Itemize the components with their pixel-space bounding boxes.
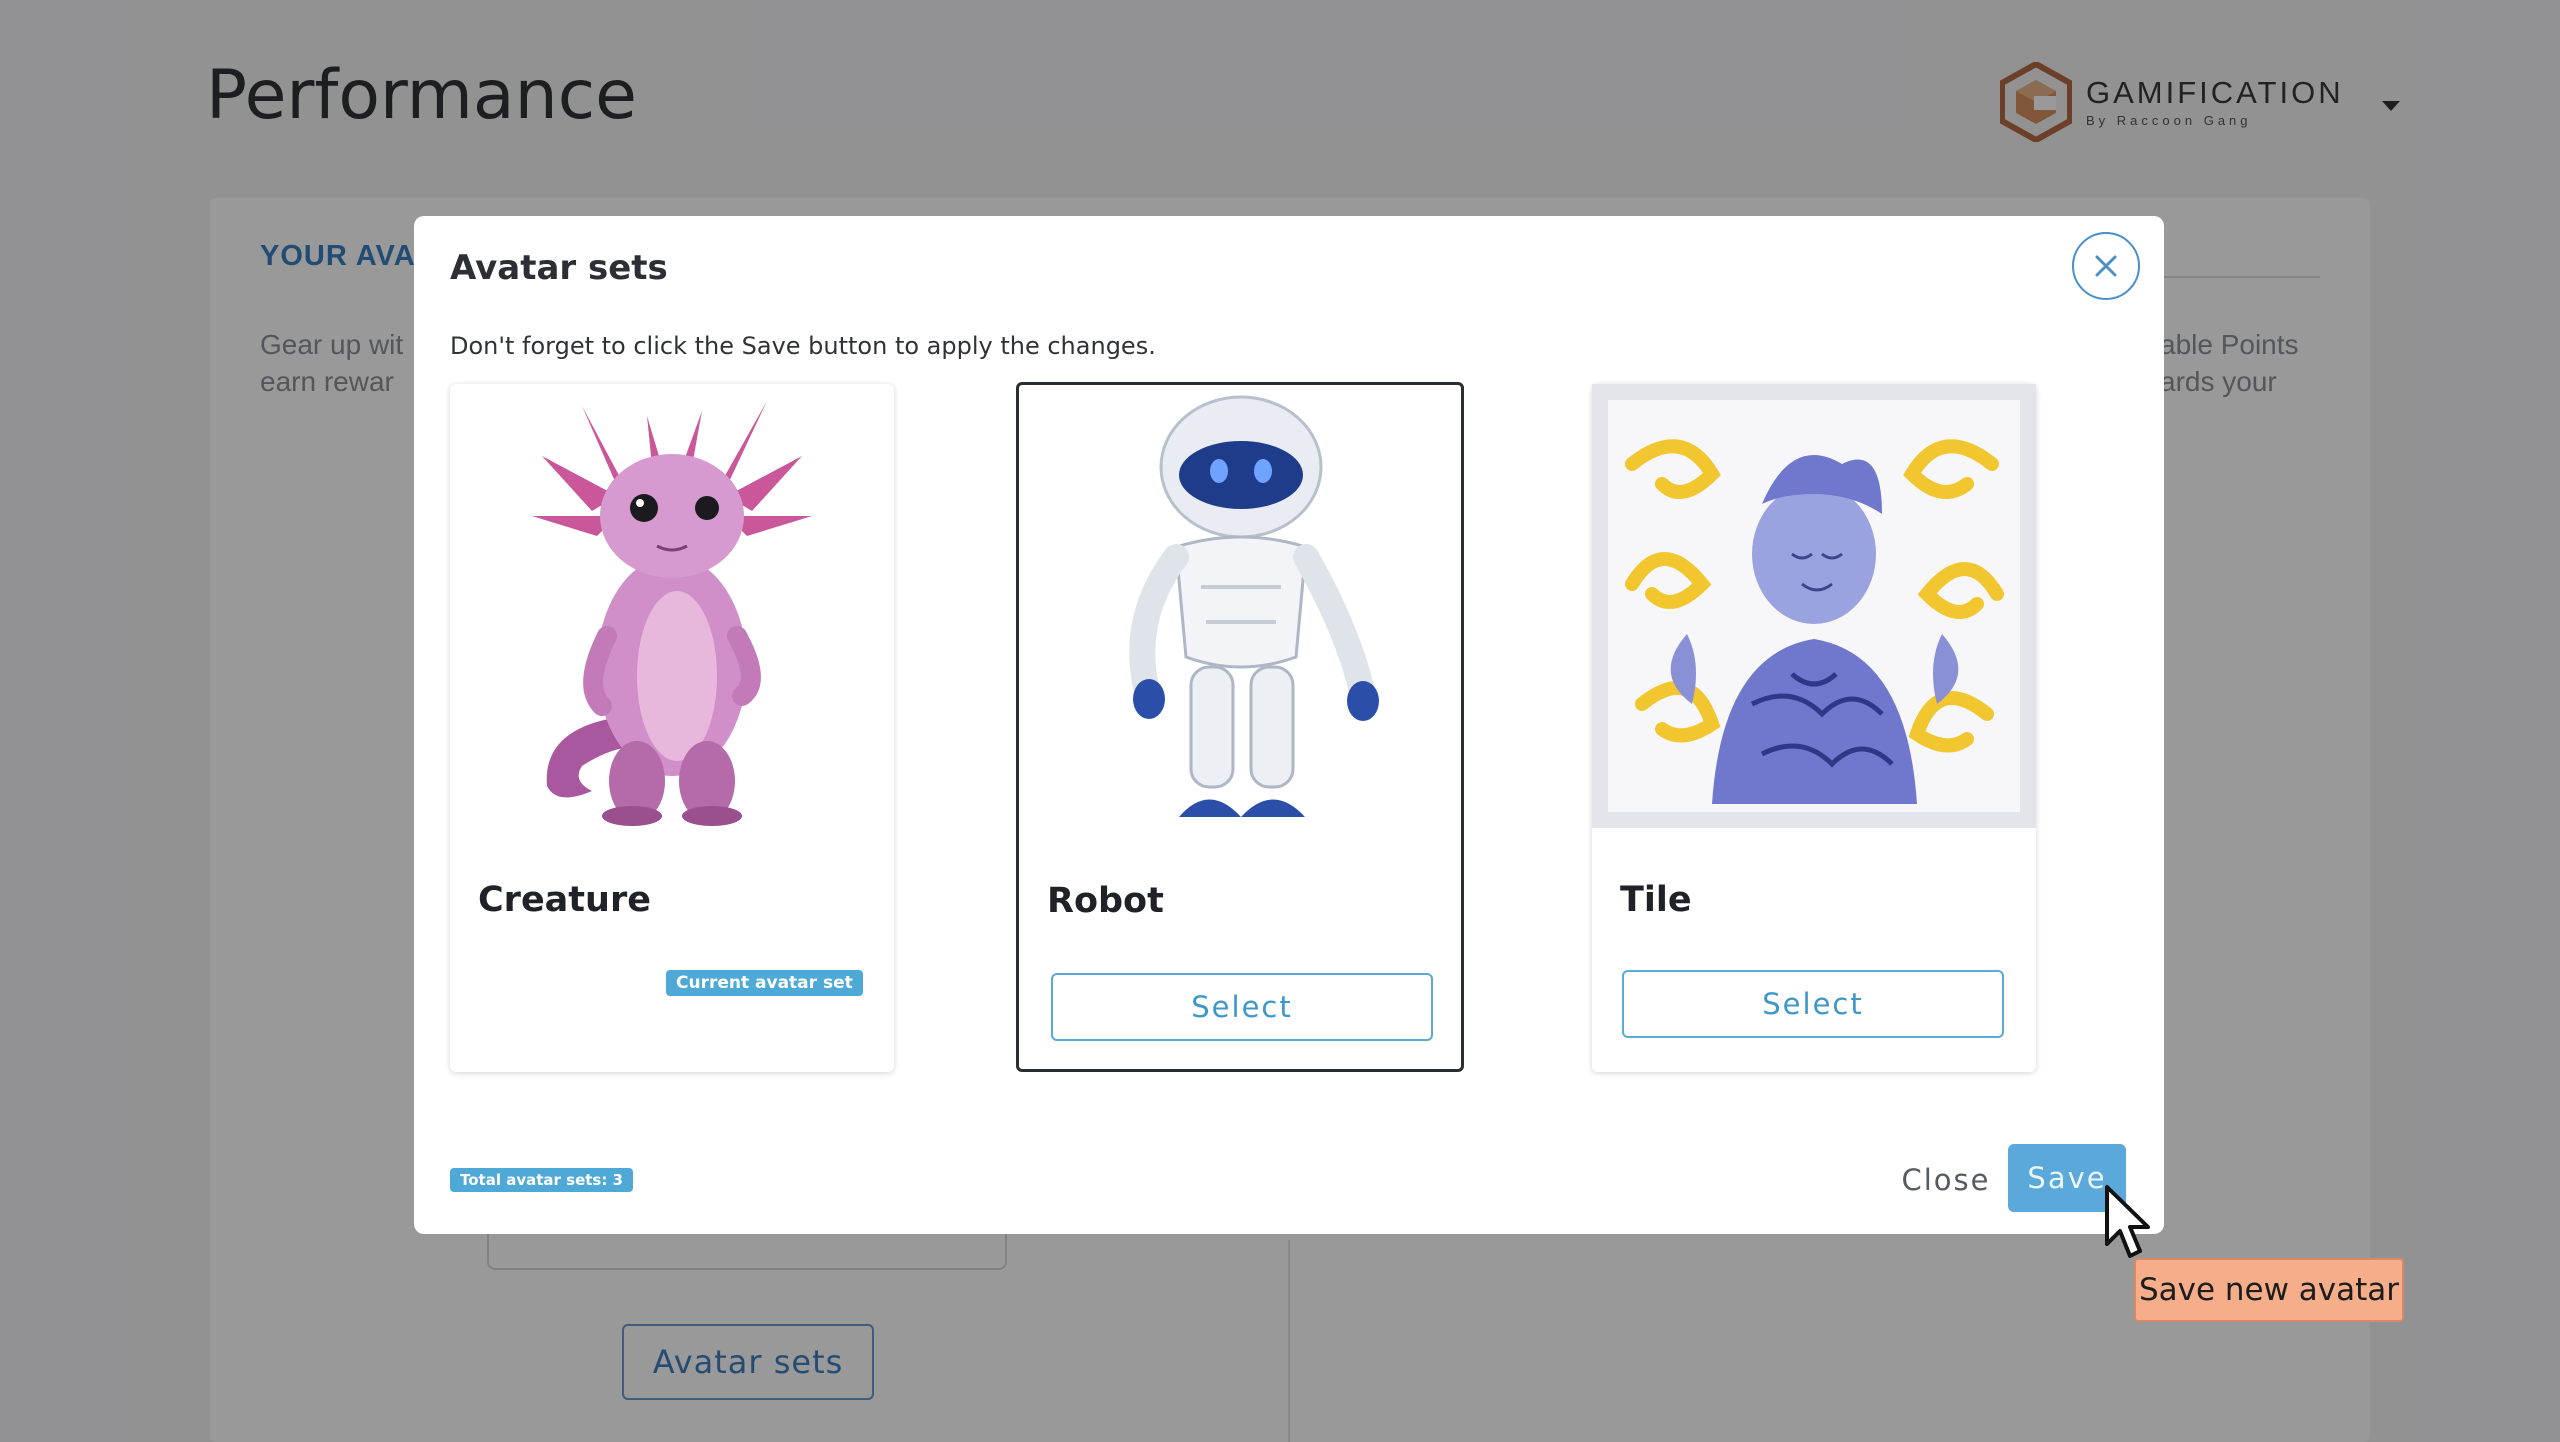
select-tile-button[interactable]: Select (1622, 970, 2004, 1038)
avatar-card-tile[interactable]: Tile Select (1592, 384, 2036, 1072)
axolotl-creature-icon (450, 384, 894, 828)
avatar-card-creature[interactable]: Creature Current avatar set (450, 384, 894, 1072)
avatar-card-name: Robot (1047, 881, 1164, 921)
avatar-card-name: Creature (478, 880, 651, 920)
avatar-card-name: Tile (1620, 880, 1692, 920)
select-robot-button[interactable]: Select (1051, 973, 1433, 1041)
avatar-card-robot[interactable]: Robot Select (1016, 382, 1464, 1072)
close-icon[interactable] (2072, 232, 2140, 300)
current-avatar-badge: Current avatar set (666, 970, 863, 996)
dialog-title: Avatar sets (450, 248, 668, 288)
close-button[interactable]: Close (1880, 1146, 2012, 1214)
total-avatar-sets-badge: Total avatar sets: 3 (450, 1168, 633, 1192)
dialog-hint: Don't forget to click the Save button to… (450, 332, 1156, 360)
avatar-sets-dialog: Avatar sets Don't forget to click the Sa… (414, 216, 2164, 1234)
save-tooltip: Save new avatar (2134, 1258, 2404, 1322)
mouse-pointer-icon (2105, 1185, 2150, 1258)
tile-portrait-icon (1592, 384, 2036, 828)
robot-icon (1019, 385, 1463, 829)
